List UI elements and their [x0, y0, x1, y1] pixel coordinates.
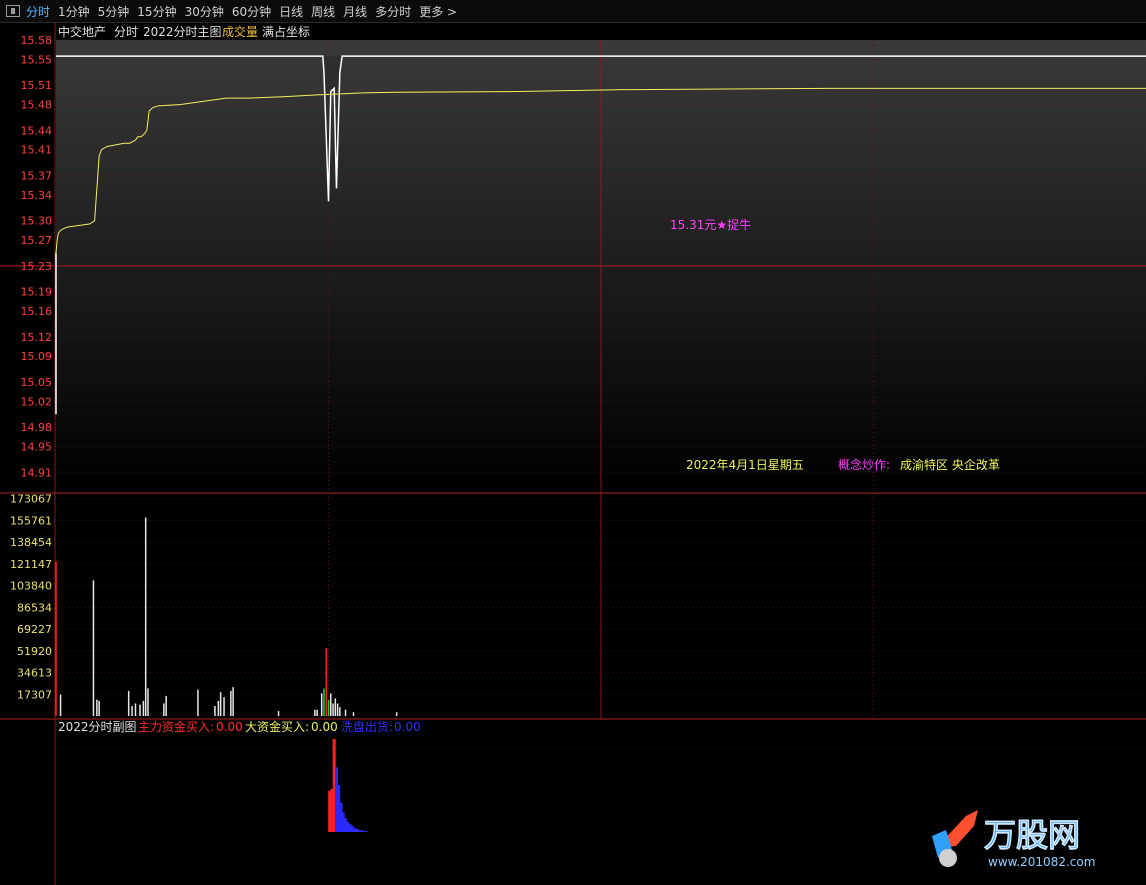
price-tick-label: 15.27	[21, 234, 53, 247]
price-tick-label: 15.09	[21, 350, 53, 363]
main-fund-value: 0.00	[216, 720, 243, 734]
period-tab-5[interactable]: 60分钟	[232, 3, 271, 20]
price-tick-label: 14.91	[21, 466, 53, 479]
volume-tick-label: 173067	[10, 493, 52, 506]
intraday-chart: 15.58 15.55 15.51 15.48 15.44 15.41 15.37 15.34…	[0, 22, 1146, 885]
price-tick-label: 15.12	[21, 331, 53, 344]
period-tab-2[interactable]: 5分钟	[98, 3, 130, 20]
wash-label: 洗盘出货:	[341, 719, 393, 734]
volume-tick-label: 138454	[10, 536, 52, 549]
price-tick-label: 15.55	[21, 53, 53, 66]
big-fund-value: 0.00	[311, 720, 338, 734]
price-tick-label: 15.16	[21, 305, 53, 318]
sub-bar	[364, 831, 368, 832]
price-tick-label: 15.23	[21, 260, 53, 273]
period-tab-9[interactable]: 多分时	[375, 3, 411, 20]
period-tab-4[interactable]: 30分钟	[185, 3, 224, 20]
volume-tick-label: 86534	[17, 601, 52, 614]
volume-tick-label: 121147	[10, 558, 52, 571]
volume-label: 成交量	[222, 24, 258, 39]
period-tab-6[interactable]: 日线	[279, 3, 303, 20]
mode-label: 分时	[114, 25, 138, 39]
brand-watermark: 万股网 www.201082.com	[932, 810, 1095, 869]
price-tick-label: 15.37	[21, 170, 53, 183]
period-tab-10[interactable]: 更多 >	[419, 3, 457, 20]
window-menu-icon[interactable]	[6, 5, 20, 17]
price-tick-label: 15.05	[21, 376, 53, 389]
coord-label: 满占坐标	[262, 24, 310, 39]
brand-domain: www.201082.com	[988, 855, 1095, 869]
main-fund-label: 主力资金买入:	[138, 719, 214, 734]
period-tab-8[interactable]: 月线	[343, 3, 367, 20]
big-fund-label: 大资金买入:	[245, 719, 309, 734]
price-tick-label: 15.02	[21, 395, 53, 408]
sub-chart-bars	[328, 738, 368, 832]
price-tick-label: 14.98	[21, 421, 53, 434]
volume-tick-label: 103840	[10, 580, 52, 593]
period-tab-1[interactable]: 1分钟	[58, 3, 90, 20]
volume-tick-label: 34613	[17, 667, 52, 680]
price-tick-label: 15.44	[21, 124, 53, 137]
price-marker-label: 15.31元★捉牛	[670, 217, 751, 232]
price-tick-label: 15.34	[21, 189, 53, 202]
price-tick-label: 15.19	[21, 286, 53, 299]
wash-value: 0.00	[394, 720, 421, 734]
volume-axis: 173067 155761 138454 121147 103840 86534 69227…	[10, 493, 52, 702]
volume-tick-label: 155761	[10, 514, 52, 527]
sub-title: 2022分时副图	[58, 720, 137, 734]
stock-name: 中交地产	[58, 24, 106, 39]
price-tick-label: 15.48	[21, 99, 53, 112]
brand-name: 万股网	[984, 816, 1080, 854]
volume-tick-label: 69227	[17, 623, 52, 636]
concept-values: 成渝特区 央企改革	[900, 457, 1000, 472]
price-axis: 15.58 15.55 15.51 15.48 15.44 15.41 15.37 15.34…	[21, 34, 53, 479]
volume-tick-label: 17307	[17, 688, 52, 701]
period-tab-0[interactable]: 分时	[26, 3, 50, 20]
coin-icon	[939, 849, 957, 867]
period-tab-3[interactable]: 15分钟	[137, 3, 176, 20]
price-tick-label: 15.58	[21, 34, 53, 47]
concept-label: 概念炒作:	[838, 457, 890, 472]
volume-bars	[55, 517, 398, 716]
indicator-label: 2022分时主图	[143, 25, 222, 39]
volume-tick-label: 51920	[17, 645, 52, 658]
period-toolbar: 分时 1分钟 5分钟 15分钟 30分钟 60分钟 日线 周线 月线 多分时 更多 >	[0, 0, 1146, 23]
period-tab-7[interactable]: 周线	[311, 3, 335, 20]
price-tick-label: 15.51	[21, 79, 53, 92]
date-label: 2022年4月1日星期五	[686, 458, 804, 472]
price-tick-label: 15.30	[21, 215, 53, 228]
price-tick-label: 15.41	[21, 144, 53, 157]
price-tick-label: 14.95	[21, 441, 53, 454]
